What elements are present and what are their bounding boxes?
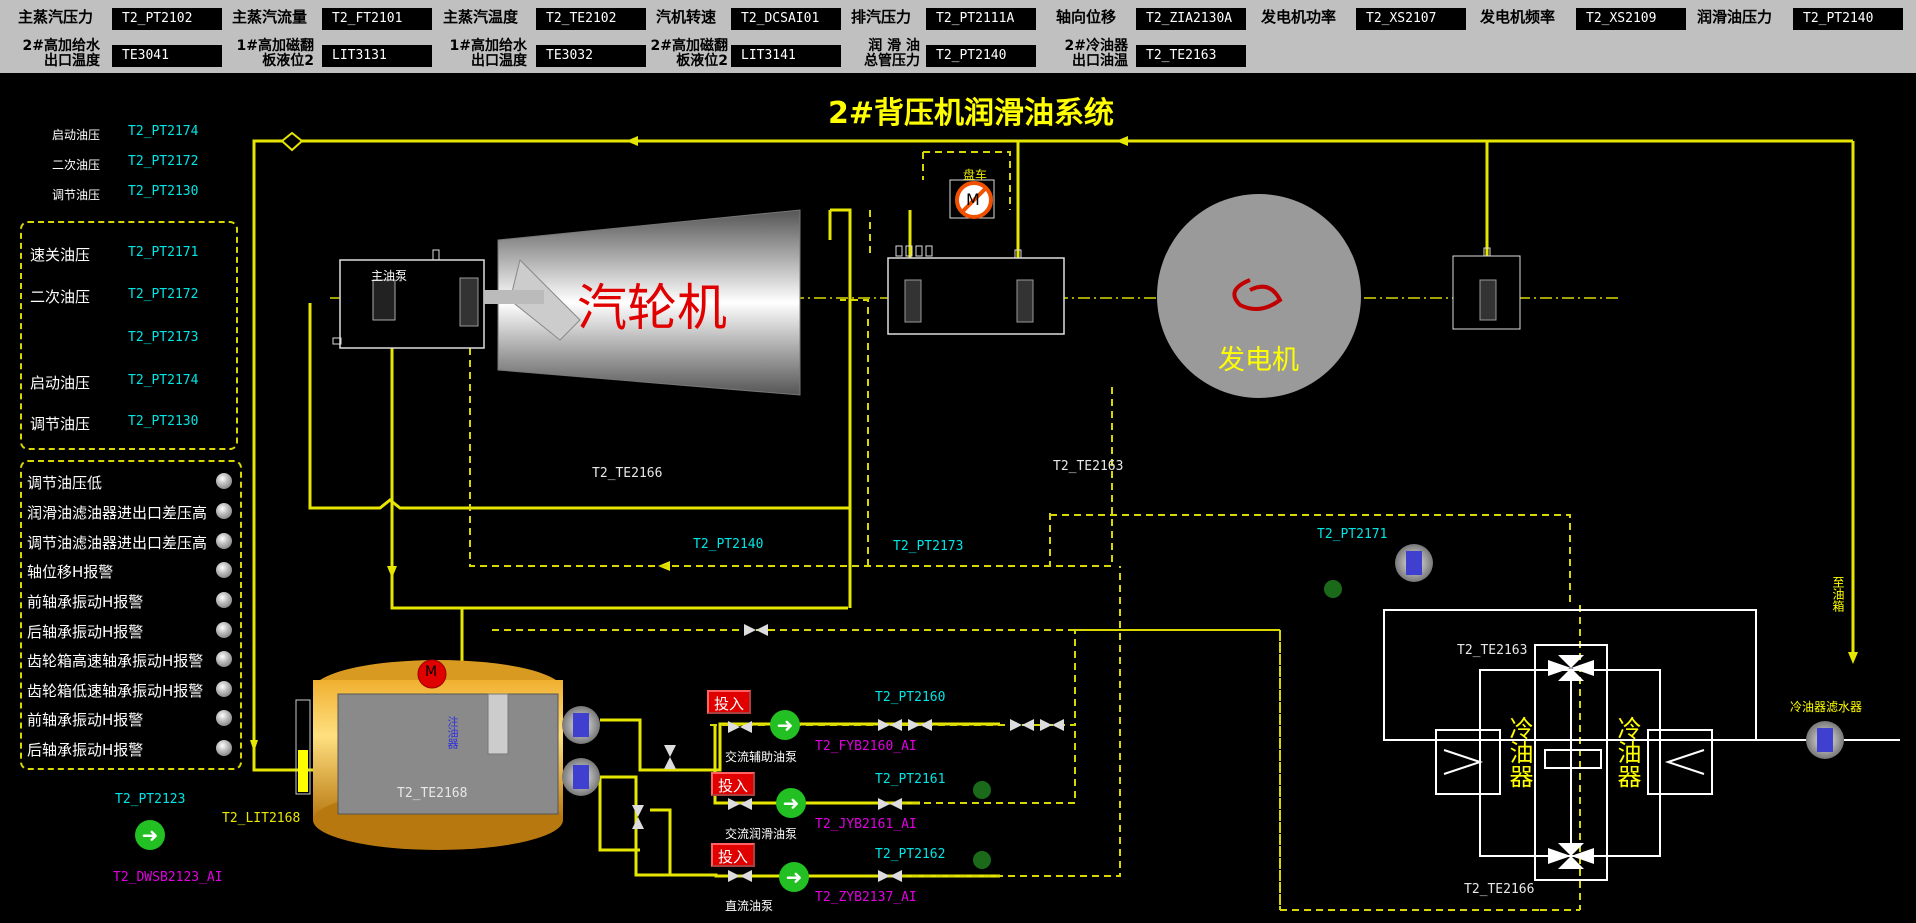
tag-pt2173[interactable]: T2_PT2173 — [893, 539, 963, 554]
alarm-indicator — [216, 562, 232, 578]
alarm-indicator — [216, 592, 232, 608]
small-pressure-label-start: 启动油压 — [52, 128, 101, 142]
cooler-left-label: 冷油器 — [1505, 716, 1533, 788]
alarm-label: 调节油压低 — [27, 474, 103, 492]
pressure-tag-trip[interactable]: T2_PT2171 — [128, 245, 198, 260]
cooler-filter-label: 冷油器滤水器 — [1790, 700, 1863, 714]
main-pump-label: 主油泵 — [371, 269, 408, 283]
alarm-indicator — [216, 622, 232, 638]
tag-te2166-top[interactable]: T2_TE2166 — [592, 466, 662, 481]
tag-pt2171[interactable]: T2_PT2171 — [1317, 527, 1387, 542]
turning-gear-label: 盘车 — [963, 168, 988, 182]
cooler-right-label: 冷油器 — [1613, 716, 1641, 788]
alarm-indicator — [216, 533, 232, 549]
generator-label: 发电机 — [1218, 345, 1299, 376]
pump2-icon[interactable]: ➜ — [776, 788, 806, 818]
pump2-pressure-tag[interactable]: T2_PT2161 — [875, 772, 945, 787]
small-pressure-label-secondary: 二次油压 — [52, 158, 101, 172]
pump1-status-tag[interactable]: T2_FYB2160_AI — [815, 739, 917, 754]
pump2-name: 交流润滑油泵 — [725, 827, 798, 841]
pump2-enable-button[interactable]: 投入 — [711, 772, 755, 796]
pump1-name: 交流辅助油泵 — [725, 750, 798, 764]
small-pressure-tag-control[interactable]: T2_PT2130 — [128, 184, 198, 199]
tag-cooler-te2163[interactable]: T2_TE2163 — [1457, 643, 1527, 658]
alarm-indicator — [216, 740, 232, 756]
alarm-label: 后轴承振动H报警 — [27, 623, 144, 641]
pump3-enable-button[interactable]: 投入 — [711, 843, 755, 867]
pump1-enable-button[interactable]: 投入 — [707, 690, 751, 714]
alarm-indicator — [216, 503, 232, 519]
pressure-tag-start[interactable]: T2_PT2174 — [128, 373, 198, 388]
turning-gear-motor-icon[interactable]: M — [966, 190, 980, 209]
alarm-label: 前轴承振动H报警 — [27, 593, 144, 611]
tag-dwsb2123[interactable]: T2_DWSB2123_AI — [113, 870, 223, 885]
pressure-label-secondary: 二次油压 — [30, 288, 91, 306]
pressure-tag-secondary[interactable]: T2_PT2172 — [128, 287, 198, 302]
tag-te2168[interactable]: T2_TE2168 — [397, 786, 467, 801]
pump3-icon[interactable]: ➜ — [779, 862, 809, 892]
pump3-name: 直流油泵 — [725, 899, 774, 913]
to-drain-label: 至油箱 — [1831, 576, 1845, 612]
pressure-label-trip: 速关油压 — [30, 246, 91, 264]
alarm-indicator — [216, 651, 232, 667]
tag-lit2168[interactable]: T2_LIT2168 — [222, 811, 300, 826]
small-pressure-label-control: 调节油压 — [52, 188, 101, 202]
pump1-icon[interactable]: ➜ — [770, 710, 800, 740]
pressure-label-start: 启动油压 — [30, 374, 91, 392]
pump3-status-tag[interactable]: T2_ZYB2137_AI — [815, 890, 917, 905]
alarm-label: 调节油滤油器进出口差压高 — [27, 534, 208, 552]
alarm-label: 齿轮箱低速轴承振动H报警 — [27, 682, 204, 700]
pressure-tag-2173[interactable]: T2_PT2173 — [128, 330, 198, 345]
small-pressure-tag-start[interactable]: T2_PT2174 — [128, 124, 198, 139]
tag-pt2123[interactable]: T2_PT2123 — [115, 792, 185, 807]
alarm-indicator — [216, 710, 232, 726]
alarm-label: 轴位移H报警 — [27, 563, 114, 581]
page-title: 2#背压机润滑油系统 — [828, 96, 1115, 131]
alarm-label: 齿轮箱高速轴承振动H报警 — [27, 652, 204, 670]
pump3-pressure-tag[interactable]: T2_PT2162 — [875, 847, 945, 862]
alarm-indicator — [216, 681, 232, 697]
pump2-status-tag[interactable]: T2_JYB2161_AI — [815, 817, 917, 832]
tank-motor-icon[interactable]: M — [425, 664, 437, 680]
alarm-label: 后轴承振动H报警 — [27, 741, 144, 759]
alarm-label: 前轴承振动H报警 — [27, 711, 144, 729]
alarm-indicator — [216, 473, 232, 489]
pressure-label-control: 调节油压 — [30, 415, 91, 433]
injector-label: 注油器 — [446, 716, 459, 749]
dc-emergency-pump-icon[interactable]: ➜ — [135, 820, 165, 850]
tag-pt2140[interactable]: T2_PT2140 — [693, 537, 763, 552]
turbine-label: 汽轮机 — [577, 279, 727, 337]
tag-te2163-top[interactable]: T2_TE2163 — [1053, 459, 1123, 474]
alarm-label: 润滑油滤油器进出口差压高 — [27, 504, 208, 522]
pump1-pressure-tag[interactable]: T2_PT2160 — [875, 690, 945, 705]
pressure-tag-control[interactable]: T2_PT2130 — [128, 414, 198, 429]
small-pressure-tag-secondary[interactable]: T2_PT2172 — [128, 154, 198, 169]
tag-cooler-te2166[interactable]: T2_TE2166 — [1464, 882, 1534, 897]
